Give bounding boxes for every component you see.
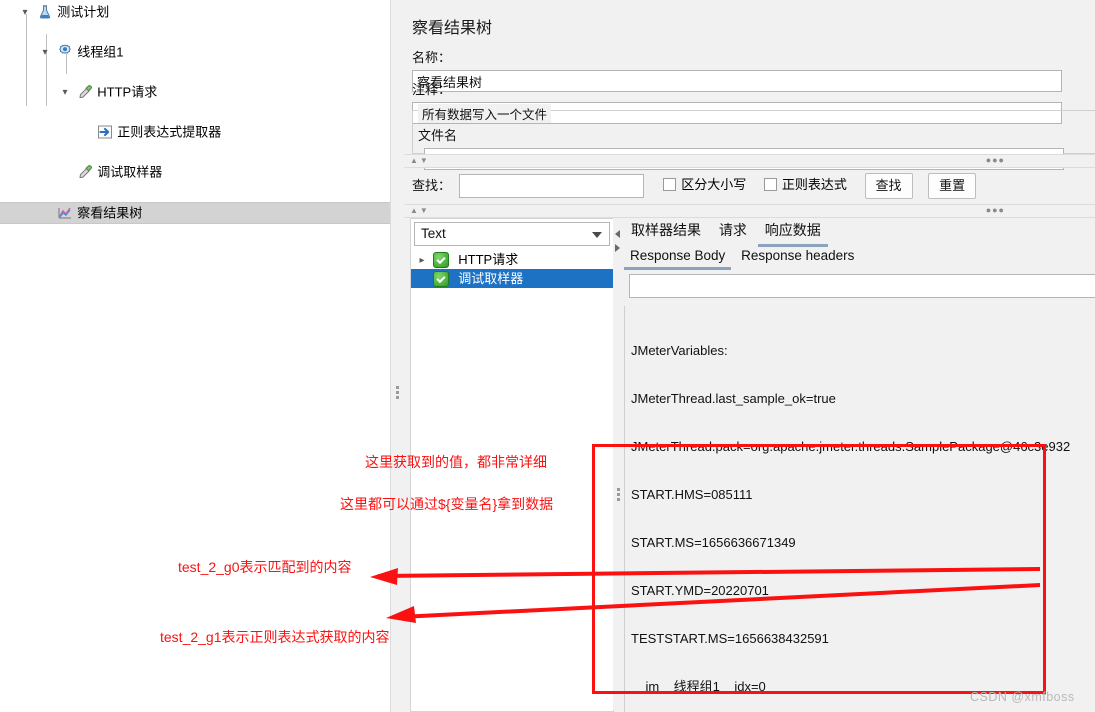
response-filter-input[interactable]: [629, 274, 1095, 298]
result-row-label: 调试取样器: [458, 271, 524, 286]
collapse-bar-bottom[interactable]: ▲▼ ●●●: [404, 204, 1095, 218]
response-line: JMeterThread.last_sample_ok=true: [631, 391, 836, 406]
comment-label: 注释：: [412, 82, 452, 97]
tree-node-label: HTTP请求: [97, 84, 158, 100]
tree-node-label: 正则表达式提取器: [117, 124, 222, 140]
chevron-down-icon[interactable]: ▾: [38, 43, 52, 63]
response-line: JMeterVariables:: [631, 343, 728, 358]
flask-icon: [36, 4, 54, 20]
tree-node-debug-sampler[interactable]: 调试取样器: [0, 162, 390, 182]
filename-label: 文件名: [418, 128, 458, 143]
splitter-grip[interactable]: [617, 488, 621, 503]
response-body-text[interactable]: JMeterVariables: JMeterThread.last_sampl…: [624, 306, 1095, 712]
annotation-note-4: test_2_g1表示正则表达式获取的内容: [160, 629, 390, 645]
overflow-dots-icon[interactable]: ●●●: [986, 155, 1005, 166]
response-line: JMeterThread.pack=org.apache.jmeter.thre…: [631, 439, 1071, 454]
tab-response-headers[interactable]: Response headers: [735, 246, 860, 267]
green-shield-icon: [432, 270, 449, 287]
pipette-icon: [76, 164, 94, 180]
regex-label: 正则表达式: [781, 177, 847, 192]
search-input[interactable]: [458, 173, 644, 198]
result-row-label: HTTP请求: [458, 252, 519, 267]
response-line: TESTSTART.MS=1656638432591: [631, 631, 829, 646]
chart-icon: [56, 205, 74, 221]
tree-node-http-request[interactable]: ▾ HTTP请求: [0, 82, 390, 102]
annotation-note-1: 这里获取到的值，都非常详细: [365, 454, 547, 470]
splitter-right-arrow-icon[interactable]: [615, 244, 620, 252]
response-line: START.HMS=085111: [631, 487, 753, 502]
watermark: CSDN @xmfboss: [970, 690, 1075, 704]
name-row: 名称：: [412, 46, 1095, 92]
result-row-debug-sampler[interactable]: 调试取样器: [411, 269, 613, 288]
tree-node-label: 察看结果树: [77, 205, 143, 221]
detail-main-tabs[interactable]: 取样器结果 请求 响应数据: [624, 218, 828, 247]
annotation-note-2: 这里都可以通过${变量名}拿到数据: [340, 496, 554, 512]
response-line: START.YMD=20220701: [631, 583, 769, 598]
green-shield-icon: [432, 251, 449, 268]
filename-row: 文件名: [418, 124, 1095, 170]
jmeter-window: ▾ 测试计划 ▾ 线程组1 ▾ HTTP请求 正则表达式提取器 调试取样器 察看…: [0, 0, 1095, 712]
result-row-http-request[interactable]: ▸ HTTP请求: [411, 250, 613, 269]
chevron-down-icon[interactable]: ▾: [18, 3, 32, 23]
tree-node-regex-extractor[interactable]: 正则表达式提取器: [0, 122, 390, 142]
renderer-select[interactable]: Text: [414, 222, 610, 246]
detail-sub-tabs[interactable]: Response Body Response headers: [624, 246, 860, 270]
overflow-dots-icon[interactable]: ●●●: [986, 205, 1005, 216]
search-toolbar: 查找： 区分大小写 正则表达式 查找 重置: [412, 172, 977, 199]
find-button[interactable]: 查找: [864, 172, 913, 199]
tree-node-label: 调试取样器: [97, 164, 163, 180]
tree-node-thread-group[interactable]: ▾ 线程组1: [0, 42, 390, 62]
write-all-data-group-title: 所有数据写入一个文件: [418, 104, 552, 123]
checkbox-box[interactable]: [763, 178, 777, 192]
chevron-down-icon[interactable]: ▾: [58, 83, 72, 103]
test-plan-tree[interactable]: ▾ 测试计划 ▾ 线程组1 ▾ HTTP请求 正则表达式提取器 调试取样器 察看…: [0, 0, 390, 712]
comment-row: 注释：: [412, 78, 1095, 124]
search-label: 查找：: [412, 177, 452, 193]
case-sensitive-checkbox[interactable]: 区分大小写: [663, 172, 746, 198]
tab-sampler-result[interactable]: 取样器结果: [624, 218, 708, 244]
tree-node-view-results-tree[interactable]: 察看结果树: [0, 202, 390, 224]
name-label: 名称：: [412, 50, 452, 65]
annotation-note-3: test_2_g0表示匹配到的内容: [178, 559, 352, 575]
splitter-grip[interactable]: [396, 386, 400, 400]
tab-request[interactable]: 请求: [712, 218, 754, 244]
collapse-bar-top[interactable]: ▲▼ ●●●: [404, 154, 1095, 168]
response-line: START.MS=1656636671349: [631, 535, 796, 550]
tree-node-test-plan[interactable]: ▾ 测试计划: [0, 2, 390, 22]
case-sensitive-label: 区分大小写: [681, 177, 747, 192]
tree-node-label: 测试计划: [57, 4, 110, 20]
regex-checkbox[interactable]: 正则表达式: [763, 172, 847, 198]
tab-response-data[interactable]: 响应数据: [757, 218, 828, 247]
pipette-icon: [76, 84, 94, 100]
renderer-select-value: Text: [421, 226, 446, 241]
chevron-right-icon[interactable]: ▸: [415, 251, 429, 270]
view-results-tree-editor: 察看结果树 名称： 注释： 所有数据写入一个文件 文件名 ▲▼ ●●● 查找：: [404, 0, 1095, 712]
collapse-arrows-icon[interactable]: ▲▼: [410, 205, 430, 217]
tab-response-body[interactable]: Response Body: [624, 246, 732, 270]
page-title: 察看结果树: [412, 20, 493, 37]
tree-node-label: 线程组1: [77, 44, 124, 60]
collapse-arrows-icon[interactable]: ▲▼: [410, 155, 430, 167]
splitter-left-arrow-icon[interactable]: [615, 230, 620, 238]
reset-button[interactable]: 重置: [928, 172, 977, 199]
sample-detail-pane: 取样器结果 请求 响应数据 Response Body Response hea…: [624, 218, 1095, 712]
results-detail-splitter[interactable]: [613, 218, 624, 710]
chevron-down-icon[interactable]: [592, 232, 602, 238]
blue-arrow-icon: [96, 124, 114, 140]
gear-icon: [56, 44, 74, 60]
checkbox-box[interactable]: [663, 178, 677, 192]
